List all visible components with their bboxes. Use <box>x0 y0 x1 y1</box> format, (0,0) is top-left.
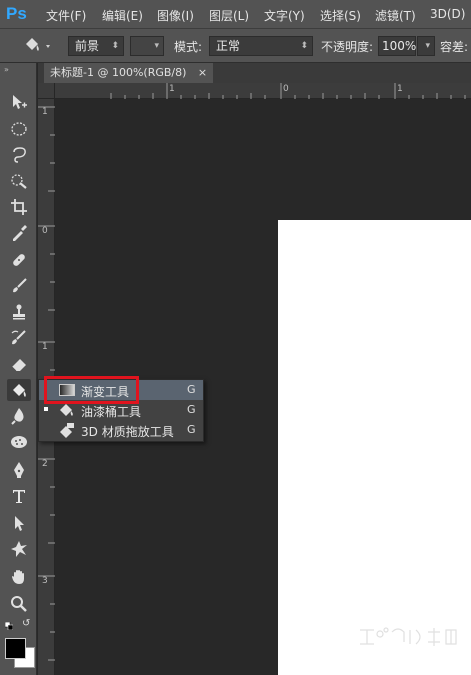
menu-file[interactable]: 文件(F) <box>46 7 86 24</box>
collapse-panel-icon[interactable]: » <box>4 65 9 74</box>
current-tool-indicator <box>44 407 48 411</box>
ruler-label: 0 <box>42 226 48 236</box>
horizontal-ruler[interactable]: 1 0 1 <box>55 83 471 99</box>
opacity-dropdown[interactable]: ▾ <box>417 36 435 56</box>
zoom-tool[interactable] <box>7 593 31 615</box>
path-selection-tool[interactable] <box>7 512 31 534</box>
ruler-label: 1 <box>42 107 48 117</box>
baidu-watermark-logo <box>360 627 457 646</box>
clone-stamp-tool[interactable] <box>7 301 31 323</box>
healing-brush-tool[interactable] <box>7 249 31 271</box>
chevron-down-icon: ▾ <box>425 41 430 51</box>
eraser-icon <box>11 359 26 372</box>
text-t-icon <box>13 490 25 503</box>
menu-3d[interactable]: 3D(D) <box>430 7 465 21</box>
pattern-picker[interactable]: ▾ <box>130 36 164 56</box>
eraser-tool[interactable] <box>7 353 31 375</box>
opacity-label: 不透明度: <box>321 40 374 54</box>
options-bar: 前景 ⬍ ▾ 模式: 正常 ⬍ 不透明度: 100% ▾ 容差: <box>0 28 471 63</box>
lasso-tool[interactable] <box>7 144 31 166</box>
ruler-label: 2 <box>42 459 48 469</box>
document-tab-bar: 未标题-1 @ 100%(RGB/8) × <box>38 63 471 83</box>
bandage-icon <box>13 254 25 266</box>
arrow-pointer-icon <box>15 516 24 531</box>
sponge-tool[interactable] <box>7 431 31 453</box>
tolerance-label: 容差: <box>440 40 469 54</box>
hand-icon <box>12 570 24 584</box>
menu-image[interactable]: 图像(I) <box>157 7 194 24</box>
eyedropper-icon <box>13 225 27 241</box>
hand-tool[interactable] <box>7 566 31 588</box>
close-icon[interactable]: × <box>198 66 207 79</box>
pen-tool[interactable] <box>7 459 31 481</box>
custom-shape-tool[interactable] <box>7 538 31 560</box>
pen-icon <box>14 462 24 478</box>
updown-arrow-icon: ⬍ <box>111 41 119 51</box>
document-title: 未标题-1 @ 100%(RGB/8) <box>50 66 187 79</box>
brush-tool[interactable] <box>7 275 31 297</box>
menu-type[interactable]: 文字(Y) <box>264 7 305 24</box>
menu-layer[interactable]: 图层(L) <box>209 7 249 24</box>
document-canvas[interactable] <box>278 220 471 675</box>
default-colors-icon[interactable] <box>4 619 14 631</box>
swap-colors-icon[interactable]: ↺ <box>22 618 30 629</box>
elliptical-marquee-icon <box>11 122 27 136</box>
move-icon <box>13 95 27 109</box>
ruler-label: 1 <box>169 84 175 94</box>
menu-select[interactable]: 选择(S) <box>320 7 361 24</box>
photoshop-logo: Ps <box>6 4 27 23</box>
lasso-icon <box>13 147 26 163</box>
highlight-annotation-box <box>44 376 139 404</box>
tools-panel: » ↺ <box>0 63 37 675</box>
paint-bucket-icon <box>60 404 73 416</box>
sponge-icon <box>11 436 27 448</box>
ruler-label: 0 <box>283 84 289 94</box>
paint-bucket-icon <box>26 38 50 51</box>
splat-shape-icon <box>11 541 27 557</box>
ruler-origin[interactable] <box>38 83 55 99</box>
marquee-tool[interactable] <box>7 118 31 140</box>
history-brush-tool[interactable] <box>7 327 31 349</box>
3d-material-drop-icon <box>60 423 74 438</box>
quick-selection-tool[interactable] <box>7 170 31 192</box>
menu-filter[interactable]: 滤镜(T) <box>375 7 416 24</box>
move-tool[interactable] <box>7 91 31 113</box>
ruler-label: 3 <box>42 576 48 586</box>
eyedropper-tool[interactable] <box>7 222 31 244</box>
tool-preset-picker[interactable] <box>20 35 54 57</box>
flyout-item-3d-material-drop-tool[interactable]: 3D 材质拖放工具 G <box>39 420 203 440</box>
blur-drop-icon <box>11 408 24 425</box>
document-tab[interactable]: 未标题-1 @ 100%(RGB/8) × <box>44 63 214 83</box>
paint-bucket-icon <box>13 384 26 397</box>
history-brush-icon <box>11 330 26 345</box>
stamp-icon <box>13 304 25 320</box>
crop-tool[interactable] <box>7 196 31 218</box>
type-tool[interactable] <box>7 485 31 507</box>
mode-label: 模式: <box>174 40 203 54</box>
brush-icon <box>13 278 27 293</box>
quick-selection-icon <box>11 174 27 189</box>
menu-edit[interactable]: 编辑(E) <box>102 7 143 24</box>
foreground-color-swatch[interactable] <box>5 638 26 659</box>
opacity-input[interactable]: 100% <box>378 36 416 56</box>
blur-tool[interactable] <box>7 405 31 427</box>
ruler-label: 1 <box>397 84 403 94</box>
fill-source-select[interactable]: 前景 ⬍ <box>68 36 124 56</box>
ruler-label: 1 <box>42 342 48 352</box>
updown-arrow-icon: ⬍ <box>300 41 308 51</box>
chevron-down-icon: ▾ <box>154 41 159 51</box>
menu-bar: Ps 文件(F) 编辑(E) 图像(I) 图层(L) 文字(Y) 选择(S) 滤… <box>0 0 471 28</box>
blend-mode-select[interactable]: 正常 ⬍ <box>209 36 313 56</box>
paint-bucket-tool[interactable] <box>7 379 31 401</box>
magnifier-icon <box>11 596 27 612</box>
ruler-ticks <box>110 83 466 99</box>
crop-icon <box>11 199 27 215</box>
